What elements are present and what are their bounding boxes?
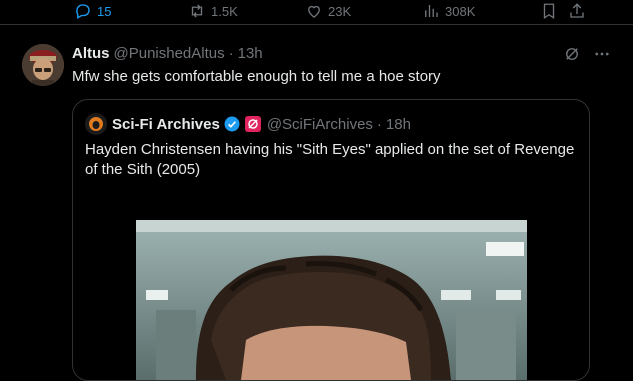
like-count: 23K (328, 3, 352, 19)
bookmark-icon (543, 3, 555, 20)
previous-tweet-action-bar: 15 1.5K 23K 308K (0, 0, 633, 25)
views-icon (425, 5, 438, 17)
views-button[interactable]: 308K (422, 2, 475, 20)
user-handle[interactable]: @PunishedAltus (114, 45, 225, 62)
avatar[interactable] (22, 44, 64, 86)
tweet[interactable]: Altus @PunishedAltus · 13h Mfw she gets … (0, 25, 633, 381)
repost-button[interactable]: 1.5K (188, 2, 238, 20)
quoted-handle[interactable]: @SciFiArchives (267, 116, 373, 133)
grok-icon[interactable] (563, 45, 581, 63)
reply-count: 15 (97, 3, 112, 19)
display-name[interactable]: Altus (72, 45, 110, 62)
verified-icon (224, 116, 240, 132)
tweet-header: Altus @PunishedAltus · 13h (72, 45, 263, 62)
quoted-display-name[interactable]: Sci-Fi Archives (112, 116, 220, 133)
separator-dot: · (228, 45, 234, 62)
repost-icon (191, 4, 203, 18)
bookmark-button[interactable] (540, 2, 558, 20)
tweet-text: Mfw she gets comfortable enough to tell … (72, 68, 441, 85)
share-icon (570, 3, 584, 18)
more-icon[interactable] (593, 45, 611, 63)
repost-count: 1.5K (211, 3, 238, 19)
quoted-tweet[interactable]: Sci-Fi Archives @SciFiArchives · 18h Hay… (72, 99, 590, 381)
views-count: 308K (445, 3, 476, 19)
quoted-tweet-text: Hayden Christensen having his "Sith Eyes… (85, 141, 575, 178)
like-button[interactable]: 23K (305, 2, 351, 20)
affiliate-badge-icon[interactable] (244, 116, 261, 132)
reply-icon (76, 4, 90, 19)
timestamp[interactable]: 13h (238, 45, 263, 62)
share-button[interactable] (568, 2, 586, 20)
quoted-media-image[interactable] (136, 220, 527, 380)
quoted-avatar[interactable] (85, 113, 107, 135)
tweet-top-actions (563, 45, 611, 63)
quoted-tweet-header: Sci-Fi Archives @SciFiArchives · 18h (85, 113, 411, 135)
heart-icon (308, 5, 320, 18)
separator-dot: · (376, 115, 382, 133)
quoted-timestamp[interactable]: 18h (386, 116, 411, 133)
reply-button[interactable]: 15 (74, 2, 111, 20)
